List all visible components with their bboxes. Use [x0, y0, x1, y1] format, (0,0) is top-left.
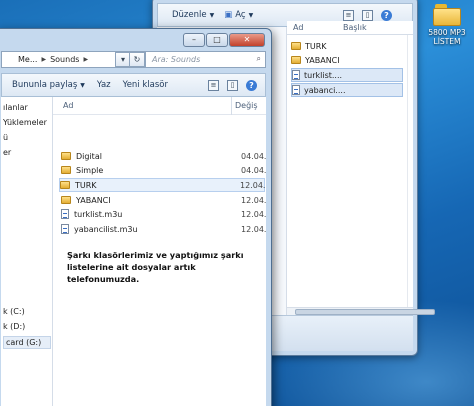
- back-column-header: Ad Başlık: [287, 21, 413, 35]
- column-name[interactable]: Ad: [293, 23, 303, 32]
- chevron-right-icon[interactable]: ▶: [83, 56, 88, 63]
- folder-icon: [61, 166, 71, 174]
- organize-button[interactable]: Düzenle ▼: [172, 10, 214, 20]
- item-date: 12.04.: [240, 180, 266, 190]
- list-item[interactable]: Simple 04.04.: [61, 163, 266, 177]
- nav-item[interactable]: er: [3, 148, 11, 157]
- item-date: 04.04.: [241, 151, 267, 161]
- column-title[interactable]: Başlık: [343, 23, 367, 32]
- organize-label: Düzenle: [172, 10, 207, 20]
- share-label: Bununla paylaş: [12, 80, 78, 90]
- playlist-file-icon: [61, 224, 69, 234]
- file-list: Ad Değiş Digital 04.04. Simple 04.04. TU…: [53, 97, 266, 406]
- help-icon[interactable]: ?: [246, 79, 257, 91]
- new-folder-button[interactable]: Yeni klasör: [123, 80, 168, 90]
- column-date[interactable]: Değiş: [235, 101, 258, 110]
- search-input[interactable]: Ara: Sounds ⌕: [145, 51, 266, 68]
- breadcrumb-current[interactable]: Sounds: [50, 55, 79, 64]
- caret-down-icon: ▼: [209, 11, 215, 19]
- folder-icon: [291, 42, 301, 50]
- folder-icon: [291, 56, 301, 64]
- search-icon[interactable]: ⌕: [257, 54, 261, 64]
- caption-text: Şarkı klasörlerimiz ve yaptığımız şarkı …: [67, 250, 244, 284]
- item-name: Simple: [76, 165, 104, 175]
- column-header: Ad Değiş: [53, 97, 266, 115]
- item-date: 12.04.: [241, 209, 267, 219]
- navigation-pane: ılanlar Yüklemeler ü er k (C:) k (D:) ca…: [1, 97, 53, 406]
- burn-button[interactable]: Yaz: [97, 80, 111, 90]
- caret-down-icon: ▼: [80, 81, 85, 89]
- nav-item-drive-d[interactable]: k (D:): [3, 322, 25, 331]
- new-folder-label: Yeni klasör: [122, 80, 168, 90]
- folder-icon: [61, 152, 71, 160]
- minimize-button[interactable]: –: [183, 33, 205, 47]
- item-name: yabanci....: [304, 85, 346, 95]
- item-date: 12.04.: [241, 195, 267, 205]
- window-controls: – □ ✕: [183, 33, 265, 47]
- folder-icon: [61, 196, 71, 204]
- front-toolbar: Bununla paylaş ▼ Yaz Yeni klasör ≡ ▯ ?: [1, 73, 266, 97]
- nav-item[interactable]: ılanlar: [3, 103, 28, 112]
- nav-item-card-g[interactable]: card (G:): [3, 336, 51, 349]
- nav-item[interactable]: Yüklemeler: [3, 118, 47, 127]
- open-label: Aç: [235, 10, 246, 20]
- help-icon[interactable]: ?: [381, 9, 392, 21]
- search-placeholder: Ara: Sounds: [152, 55, 201, 64]
- share-button[interactable]: Bununla paylaş ▼: [12, 80, 85, 90]
- desktop-icon-label: 5800 MP3 LİSTEM: [428, 28, 466, 46]
- item-name: Digital: [76, 151, 102, 161]
- list-item[interactable]: YABANCI 12.04.: [61, 193, 266, 207]
- item-date: 04.04.: [241, 165, 267, 175]
- item-name: TURK: [305, 41, 327, 51]
- preview-pane-icon[interactable]: ▯: [227, 79, 238, 91]
- item-name: turklist.m3u: [74, 209, 123, 219]
- list-item[interactable]: yabanci....: [291, 83, 403, 97]
- list-item[interactable]: YABANCI: [291, 53, 401, 67]
- preview-pane-icon[interactable]: ▯: [362, 9, 373, 21]
- chevron-right-icon[interactable]: ▶: [41, 56, 46, 63]
- list-item[interactable]: turklist.m3u 12.04.: [61, 207, 266, 221]
- list-item[interactable]: TURK 12.04.: [59, 178, 265, 192]
- burn-label: Yaz: [96, 80, 111, 90]
- column-name[interactable]: Ad: [63, 101, 73, 110]
- nav-item-drive-c[interactable]: k (C:): [3, 307, 25, 316]
- view-options-icon[interactable]: ≡: [208, 79, 219, 91]
- item-name: YABANCI: [305, 55, 340, 65]
- list-item[interactable]: yabancilist.m3u 12.04.: [61, 222, 266, 236]
- folder-icon: [60, 181, 70, 189]
- item-name: yabancilist.m3u: [74, 224, 138, 234]
- item-name: TURK: [75, 180, 97, 190]
- item-name: YABANCI: [76, 195, 111, 205]
- refresh-icon[interactable]: ↻: [129, 52, 145, 67]
- list-item[interactable]: turklist....: [291, 68, 403, 82]
- list-item[interactable]: TURK: [291, 39, 401, 53]
- playlist-file-icon: [292, 85, 300, 95]
- back-file-list: TURK YABANCI turklist.... yabanci....: [287, 35, 413, 315]
- list-item[interactable]: Digital 04.04.: [61, 149, 266, 163]
- caret-down-icon: ▼: [248, 11, 254, 19]
- nav-item[interactable]: ü: [3, 133, 8, 142]
- open-icon: ▣: [224, 10, 233, 20]
- maximize-button[interactable]: □: [206, 33, 228, 47]
- view-options-icon[interactable]: ≡: [343, 9, 354, 21]
- horizontal-scrollbar[interactable]: [287, 307, 435, 315]
- playlist-file-icon: [292, 70, 300, 80]
- playlist-file-icon: [61, 209, 69, 219]
- folder-icon: [433, 4, 461, 26]
- desktop-folder-icon[interactable]: 5800 MP3 LİSTEM: [420, 4, 474, 46]
- item-date: 12.04.: [241, 224, 267, 234]
- close-button[interactable]: ✕: [229, 33, 265, 47]
- breadcrumb-part[interactable]: Me...: [18, 55, 37, 64]
- open-button[interactable]: ▣ Aç ▼: [224, 10, 253, 20]
- item-name: turklist....: [304, 70, 343, 80]
- front-explorer-window[interactable]: – □ ✕ Me... ▶ Sounds ▶ ▾ ↻ Ara: Sounds ⌕…: [0, 28, 272, 406]
